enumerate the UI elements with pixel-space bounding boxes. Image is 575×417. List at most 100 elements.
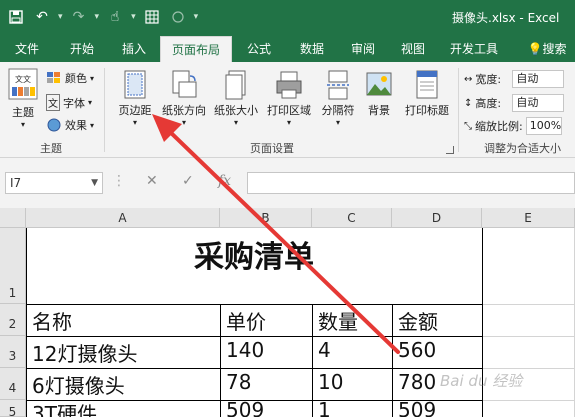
ribbon-page-layout: 文文 主题 ▾ 颜色 ▾ 文 字体 ▾ 效果 ▾ 主题 页边距 ▾ 纸张方向 ▾ 纸张… [0, 62, 575, 158]
table-cell[interactable]: 10 [318, 370, 343, 394]
tab-search[interactable]: 💡搜索 [520, 36, 574, 62]
tab-view[interactable]: 视图 [390, 36, 436, 62]
title-bar: ↶ ▾ ↷ ▾ ☝ ▾ ▾ 摄像头.xlsx - Excel [0, 0, 575, 36]
column-header-a[interactable]: A [26, 208, 220, 228]
lightbulb-icon: 💡 [527, 42, 543, 56]
themes-label: 主题 [12, 106, 34, 119]
table-cell[interactable]: 560 [398, 338, 436, 362]
name-box[interactable]: I7 ▼ [5, 172, 103, 194]
svg-text:文文: 文文 [15, 74, 31, 84]
table-border [312, 304, 313, 417]
table-cell[interactable]: 3T硬件 [32, 398, 97, 417]
tab-formulas[interactable]: 公式 [236, 36, 282, 62]
size-dropdown-icon: ▾ [233, 118, 238, 127]
table-cell[interactable]: 140 [226, 338, 264, 362]
column-header-e[interactable]: E [482, 208, 575, 228]
height-icon: ↕ [464, 97, 473, 109]
margins-button[interactable]: 页边距 ▾ [112, 70, 158, 127]
save-icon[interactable] [6, 6, 26, 28]
table-cell[interactable]: 6灯摄像头 [32, 370, 125, 399]
colors-button[interactable]: 颜色 ▾ [46, 70, 94, 86]
document-title: 摄像头.xlsx - Excel [452, 11, 560, 25]
print-titles-button[interactable]: 打印标题 [400, 70, 454, 118]
effects-label: 效果 [65, 119, 87, 132]
size-button[interactable]: 纸张大小 ▾ [210, 70, 262, 127]
scale-input[interactable]: 100% [525, 117, 562, 135]
table-cell[interactable]: 4 [318, 338, 331, 362]
size-label: 纸张大小 [214, 104, 258, 117]
breaks-label: 分隔符 [321, 104, 355, 117]
name-box-value: I7 [10, 176, 22, 190]
customize-qat-icon[interactable]: ▾ [194, 12, 199, 22]
redo-icon[interactable]: ↷ [69, 6, 89, 28]
tab-review[interactable]: 审阅 [340, 36, 386, 62]
header-cell-name[interactable]: 名称 [32, 306, 72, 335]
table-cell[interactable]: 1 [318, 398, 331, 417]
enter-icon[interactable]: ✓ [182, 173, 194, 189]
table-title[interactable]: 采购清单 [26, 228, 482, 288]
row-header-3[interactable]: 3 [0, 336, 26, 368]
cancel-icon[interactable]: ✕ [146, 173, 158, 189]
insert-function-icon[interactable]: fx [218, 173, 231, 189]
quick-access-toolbar: ↶ ▾ ↷ ▾ ☝ ▾ ▾ [6, 6, 198, 28]
touch-mode-icon[interactable]: ☝ [105, 6, 125, 28]
height-select[interactable]: 自动 [512, 94, 565, 112]
tab-page-layout[interactable]: 页面布局 [160, 36, 232, 62]
print-area-label: 打印区域 [267, 104, 311, 117]
table-cell[interactable]: 780 [398, 370, 436, 394]
select-all-corner[interactable] [0, 208, 26, 228]
width-select[interactable]: 自动 [512, 70, 565, 88]
width-icon: ↔ [464, 73, 473, 85]
row-header-1[interactable]: 1 [0, 228, 26, 304]
table-cell[interactable]: 78 [226, 370, 251, 394]
tab-developer[interactable]: 开发工具 [442, 36, 506, 62]
row-header-5[interactable]: 5 [0, 400, 26, 417]
group-divider [104, 68, 105, 152]
tab-insert[interactable]: 插入 [110, 36, 158, 62]
undo-icon[interactable]: ↶ [32, 6, 52, 28]
undo-dropdown-icon[interactable]: ▾ [58, 12, 63, 22]
tab-file[interactable]: 文件 [4, 36, 50, 62]
table-icon[interactable] [142, 6, 162, 28]
tab-home[interactable]: 开始 [56, 36, 108, 62]
effects-button[interactable]: 效果 ▾ [46, 117, 94, 133]
scale-icon: ⤡ [464, 120, 472, 132]
column-header-b[interactable]: B [220, 208, 312, 228]
print-titles-icon [416, 70, 438, 99]
more-options-icon[interactable]: ⋮ [112, 173, 126, 189]
touch-dropdown-icon[interactable]: ▾ [131, 12, 136, 22]
margins-icon [124, 70, 146, 99]
breaks-icon [327, 70, 349, 100]
table-cell[interactable]: 12灯摄像头 [32, 338, 137, 367]
orientation-label: 纸张方向 [162, 104, 206, 117]
header-cell-amount[interactable]: 金额 [398, 306, 438, 335]
breaks-button[interactable]: 分隔符 ▾ [316, 70, 360, 127]
orientation-button[interactable]: 纸张方向 ▾ [158, 70, 210, 127]
print-area-dropdown-icon: ▾ [286, 118, 291, 127]
redo-dropdown-icon[interactable]: ▾ [95, 12, 100, 22]
table-border [26, 336, 482, 337]
row-header-4[interactable]: 4 [0, 368, 26, 400]
scale-group-label: 调整为合适大小 [484, 142, 561, 155]
header-cell-price[interactable]: 单价 [226, 306, 266, 335]
background-button[interactable]: 背景 [362, 70, 396, 118]
page-setup-launcher-icon[interactable] [446, 146, 454, 154]
column-header-d[interactable]: D [392, 208, 482, 228]
fonts-button[interactable]: 文 字体 ▾ [46, 94, 92, 111]
table-cell[interactable]: 509 [398, 398, 436, 417]
print-area-button[interactable]: 打印区域 ▾ [263, 70, 315, 127]
name-box-dropdown-icon[interactable]: ▼ [91, 173, 98, 193]
column-header-c[interactable]: C [312, 208, 392, 228]
themes-dropdown-icon: ▾ [20, 120, 25, 129]
formula-input[interactable] [247, 172, 575, 194]
header-cell-quantity[interactable]: 数量 [318, 306, 358, 335]
effects-dropdown-icon: ▾ [90, 120, 95, 130]
tab-data[interactable]: 数据 [288, 36, 336, 62]
themes-button[interactable]: 文文 主题 ▾ [6, 68, 40, 129]
table-cell[interactable]: 509 [226, 398, 264, 417]
effects-icon [47, 118, 61, 132]
background-image-icon [366, 72, 392, 96]
shape-icon[interactable] [168, 6, 188, 28]
margins-dropdown-icon: ▾ [132, 118, 137, 127]
row-header-2[interactable]: 2 [0, 304, 26, 336]
